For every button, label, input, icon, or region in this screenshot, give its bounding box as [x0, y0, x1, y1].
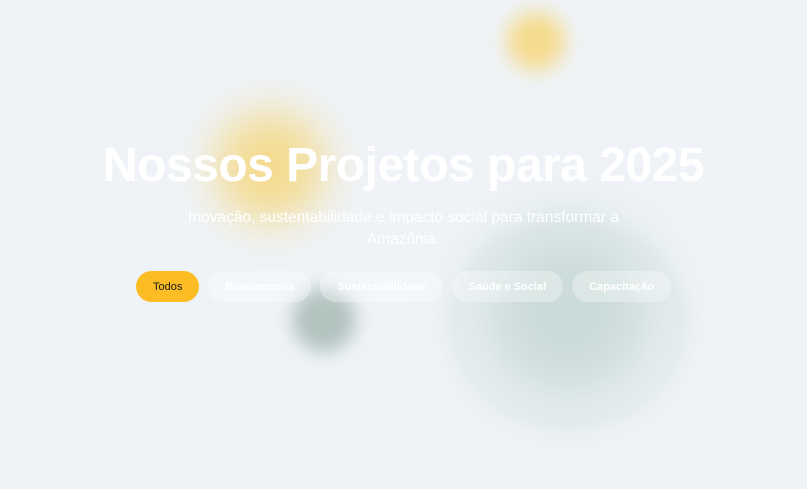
filter-button-saude-social[interactable]: Saúde e Social	[451, 271, 564, 302]
category-filter-bar: Todos Bioeconomia Sustentabilidade Saúde…	[0, 271, 807, 302]
filter-button-sustentabilidade[interactable]: Sustentabilidade	[320, 271, 443, 302]
filter-button-bioeconomia[interactable]: Bioeconomia	[208, 271, 312, 302]
hero-section: Nossos Projetos para 2025 Inovação, sust…	[0, 0, 807, 489]
page-subtitle: Inovação, sustentabilidade e impacto soc…	[188, 209, 619, 248]
page-title: Nossos Projetos para 2025	[102, 139, 705, 192]
projects-page: Nossos Projetos para 2025 Inovação, sust…	[0, 0, 807, 489]
filter-button-capacitacao[interactable]: Capacitação	[572, 271, 671, 302]
filter-button-todos[interactable]: Todos	[136, 271, 200, 302]
